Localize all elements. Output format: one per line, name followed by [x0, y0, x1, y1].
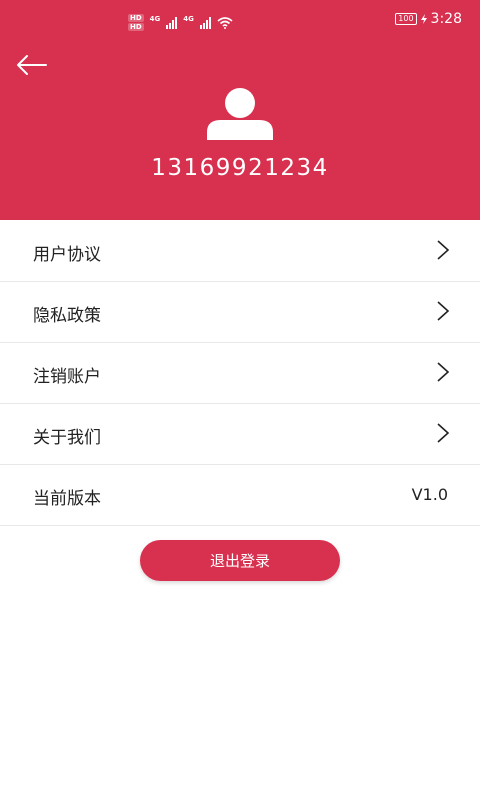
signal-icon [166, 16, 178, 29]
hd-badges: HD HD [128, 14, 144, 31]
clock: 3:28 [430, 11, 462, 27]
avatar-icon [207, 88, 273, 140]
settings-menu: 用户协议 隐私政策 注销账户 关于我们 当前版本 V1.0 [0, 221, 480, 526]
user-phone-number: 13169921234 [151, 155, 329, 181]
menu-item-privacy-policy[interactable]: 隐私政策 [0, 282, 480, 343]
menu-item-label: 隐私政策 [33, 306, 101, 326]
profile-header: HD HD 4G 4G 100 3:28 13169921234 [0, 0, 480, 220]
menu-item-label: 注销账户 [33, 367, 101, 387]
status-right: 100 3:28 [395, 11, 462, 27]
status-bar: HD HD 4G 4G 100 3:28 [0, 0, 480, 40]
chevron-right-icon [437, 423, 450, 443]
menu-item-current-version: 当前版本 V1.0 [0, 465, 480, 526]
wifi-icon [217, 16, 233, 29]
menu-item-label: 关于我们 [33, 428, 101, 448]
menu-item-label: 用户协议 [33, 245, 101, 265]
charging-icon [420, 14, 427, 24]
menu-item-delete-account[interactable]: 注销账户 [0, 343, 480, 404]
battery-icon: 100 [395, 13, 417, 25]
menu-item-user-agreement[interactable]: 用户协议 [0, 221, 480, 282]
menu-item-about-us[interactable]: 关于我们 [0, 404, 480, 465]
network-type: 4G [183, 14, 194, 23]
version-value: V1.0 [411, 485, 448, 504]
hd-badge: HD [128, 14, 144, 22]
chevron-right-icon [437, 240, 450, 260]
back-arrow-icon[interactable] [14, 50, 50, 80]
logout-button[interactable]: 退出登录 [140, 540, 340, 581]
hd-badge: HD [128, 23, 144, 31]
status-left: HD HD 4G 4G [128, 14, 233, 31]
menu-item-label: 当前版本 [33, 489, 101, 509]
chevron-right-icon [437, 301, 450, 321]
network-type: 4G [149, 14, 161, 23]
signal-icon [199, 16, 211, 29]
chevron-right-icon [437, 362, 450, 382]
